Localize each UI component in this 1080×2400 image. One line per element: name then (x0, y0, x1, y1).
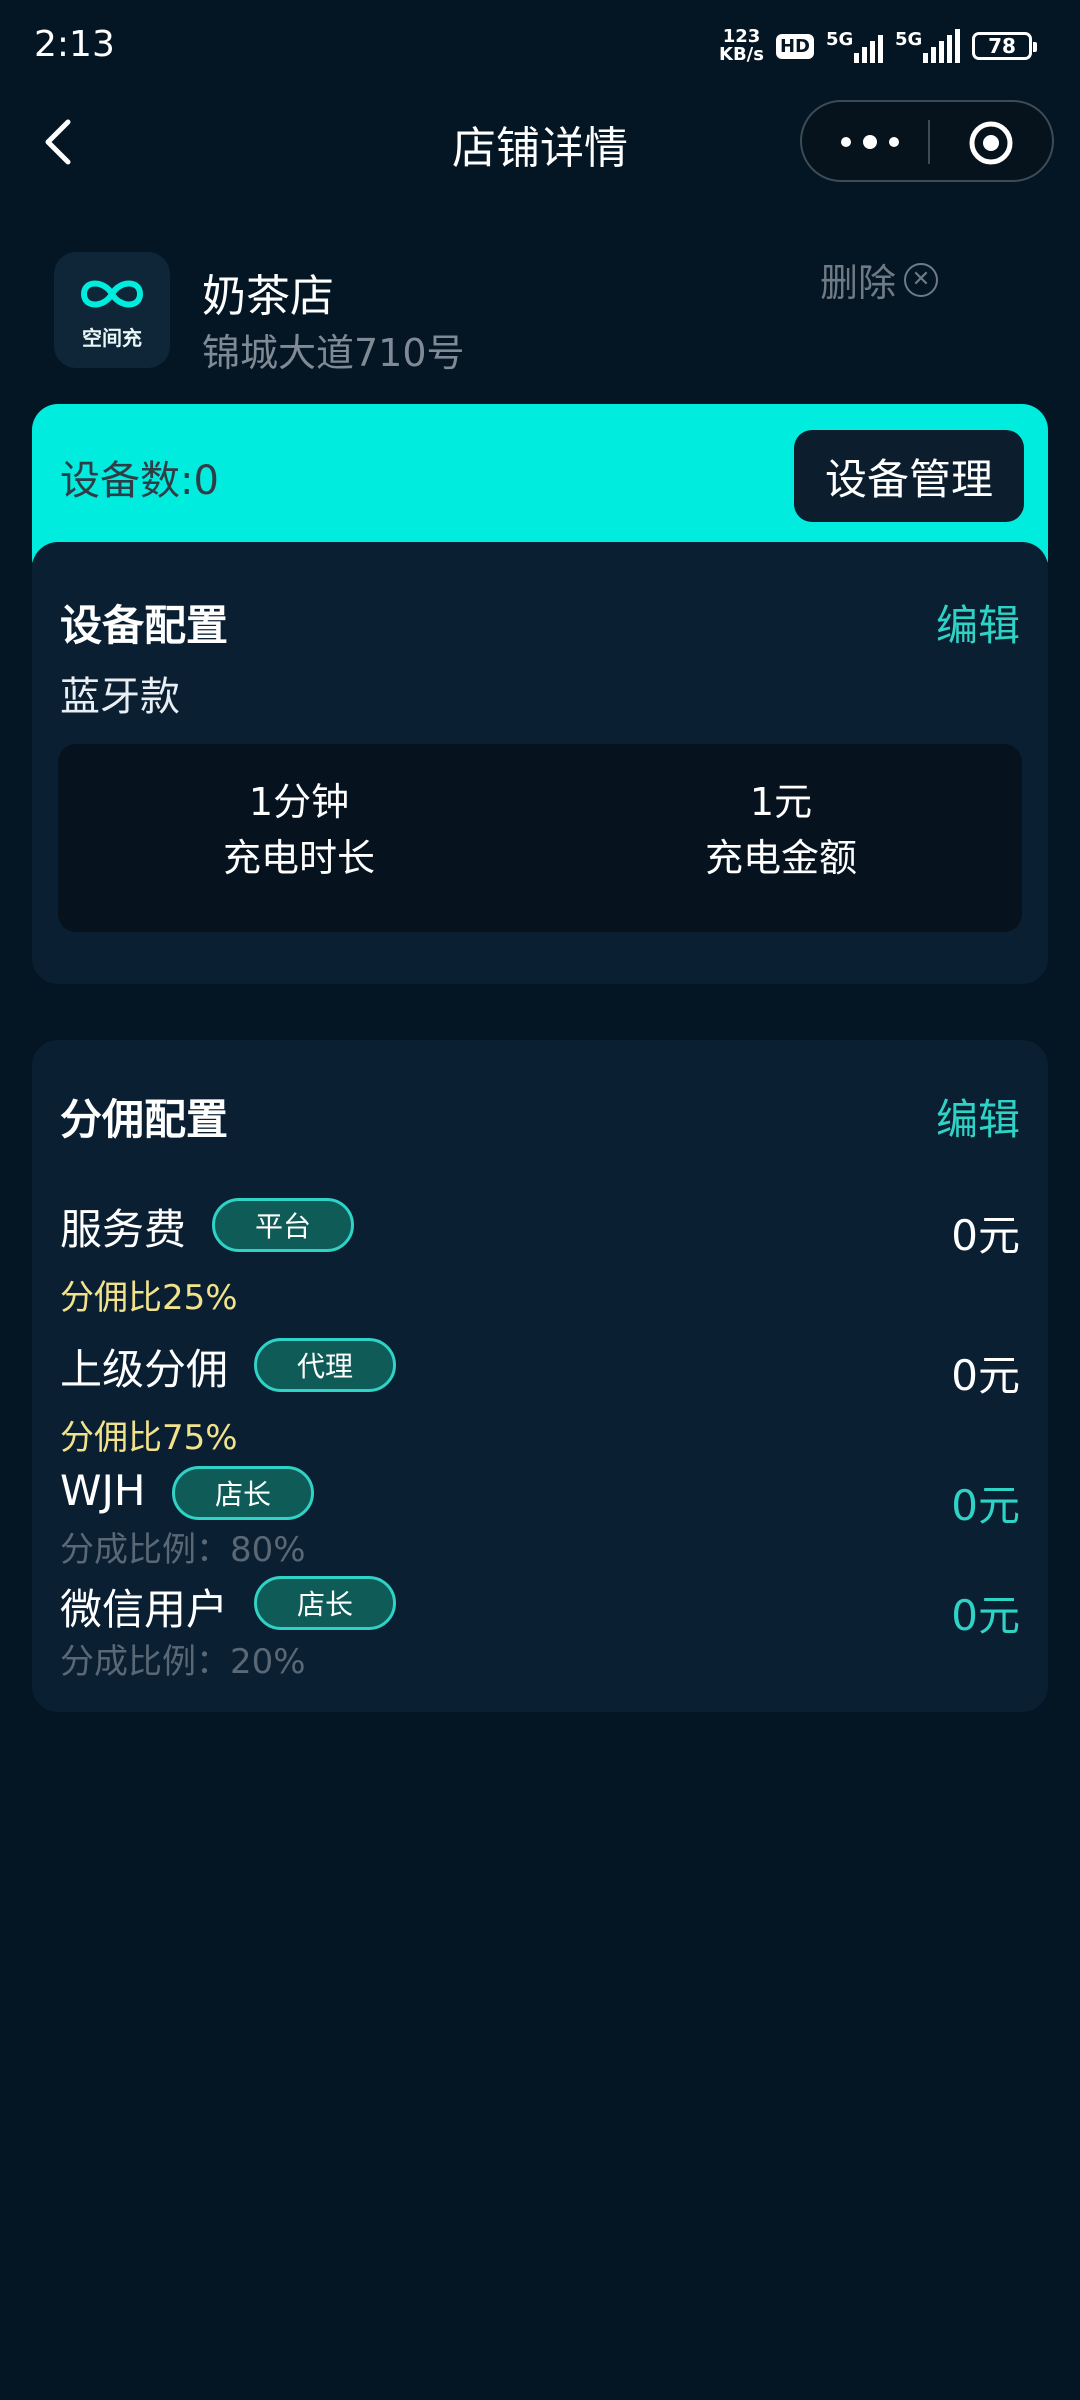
charge-duration-value: 1分钟 (248, 780, 350, 824)
delete-button[interactable]: 删除 ✕ (820, 252, 939, 307)
shop-address: 锦城大道710号 (202, 331, 465, 375)
device-count: 设备数:0 (60, 458, 219, 504)
net-speed: 123 KB/s (719, 26, 764, 65)
device-config-title: 设备配置 (60, 601, 229, 650)
target-icon[interactable] (968, 120, 1014, 166)
split-row-ratio: 分佣比75% (60, 1418, 238, 1458)
charge-amount-label: 充电金额 (704, 836, 857, 880)
status-time: 2:13 (34, 24, 115, 65)
role-tag: 代理 (254, 1338, 397, 1392)
status-bar: 2:13 123 KB/s HD 5G 5G 78 (0, 0, 1080, 96)
role-tag: 店长 (254, 1576, 397, 1630)
more-dots-icon[interactable] (836, 126, 906, 158)
shop-name: 奶茶店 (202, 271, 334, 322)
split-row-label: 服务费 (60, 1205, 187, 1254)
app-logo-icon: 空间充 (54, 252, 170, 368)
split-row-amount: 0元 (951, 1211, 1020, 1260)
split-row-ratio: 分成比例：80% (60, 1530, 306, 1570)
split-config-edit-button[interactable]: 编辑 (936, 1086, 1020, 1147)
capsule-divider (928, 120, 930, 164)
charge-duration-label: 充电时长 (222, 836, 375, 880)
charge-amount: 1元 充电金额 (540, 774, 1022, 886)
split-row-amount: 0元 (951, 1481, 1020, 1530)
signal-icon-2: 5G (895, 29, 960, 63)
split-row-amount: 0元 (951, 1591, 1020, 1640)
charge-amount-value: 1元 (749, 780, 813, 824)
split-row-label: 微信用户 (60, 1585, 229, 1634)
split-row-ratio: 分佣比25% (60, 1278, 238, 1318)
hd-icon: HD (775, 33, 814, 59)
split-config-title: 分佣配置 (60, 1095, 229, 1144)
charge-config-box: 1分钟 充电时长 1元 充电金额 (58, 744, 1022, 932)
logo-text: 空间充 (82, 326, 142, 350)
role-tag: 店长 (172, 1466, 315, 1520)
delete-label: 删除 (820, 261, 897, 305)
split-row-label: WJH (60, 1466, 146, 1515)
battery-icon: 78 (972, 32, 1037, 60)
device-manage-button[interactable]: 设备管理 (794, 430, 1024, 522)
status-icons: 123 KB/s HD 5G 5G 78 (719, 26, 1037, 65)
device-type: 蓝牙款 (60, 674, 180, 720)
device-config-card: 设备配置 编辑 蓝牙款 1分钟 充电时长 1元 充电金额 (32, 542, 1048, 984)
signal-icon: 5G (826, 29, 883, 63)
device-config-edit-button[interactable]: 编辑 (936, 592, 1020, 653)
split-config-card: 分佣配置 编辑 服务费 平台 0元 分佣比25% 上级分佣 代理 0元 分佣比7… (32, 1040, 1048, 1712)
mini-program-capsule (800, 100, 1054, 182)
split-row-label: 上级分佣 (60, 1345, 229, 1394)
split-row-amount: 0元 (951, 1351, 1020, 1400)
role-tag: 平台 (212, 1198, 355, 1252)
close-circle-icon: ✕ (904, 262, 939, 297)
charge-duration: 1分钟 充电时长 (58, 774, 540, 886)
split-row-ratio: 分成比例：20% (60, 1642, 306, 1682)
